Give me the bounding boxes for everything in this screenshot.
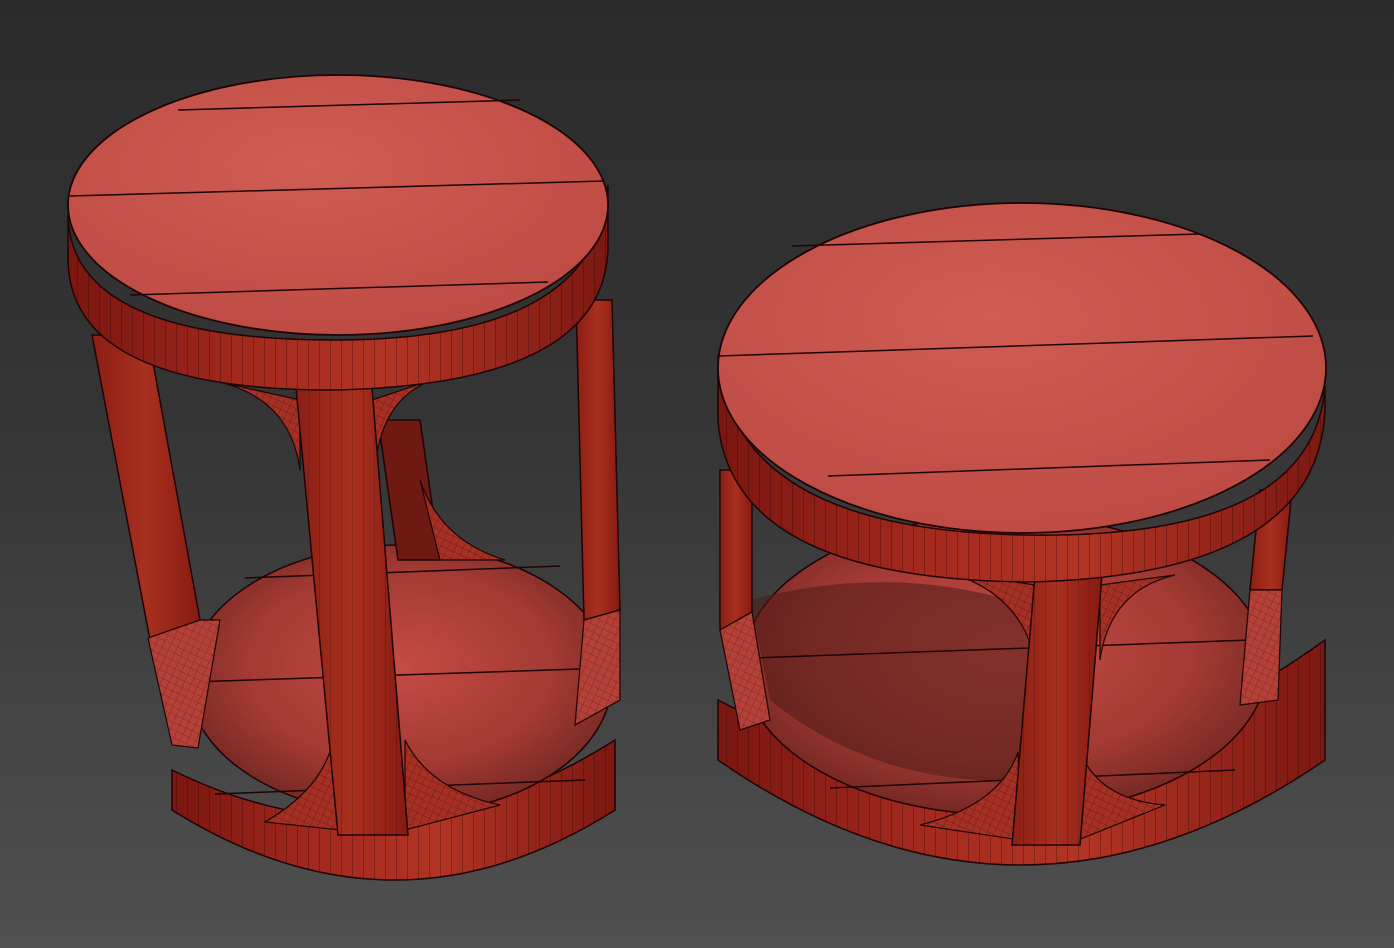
tall-table-back-leg xyxy=(377,419,441,561)
tall-table-back-leg xyxy=(91,334,201,642)
viewport-scene xyxy=(67,74,1327,881)
short-side-table[interactable] xyxy=(717,202,1327,866)
tall-table-back-leg xyxy=(575,299,621,621)
short-table-top-surface xyxy=(717,202,1327,534)
tall-table-top-surface xyxy=(67,74,609,336)
tall-table-bracket-mesh xyxy=(210,380,300,470)
tall-side-table[interactable] xyxy=(67,74,621,881)
3d-viewport[interactable] xyxy=(0,0,1394,948)
